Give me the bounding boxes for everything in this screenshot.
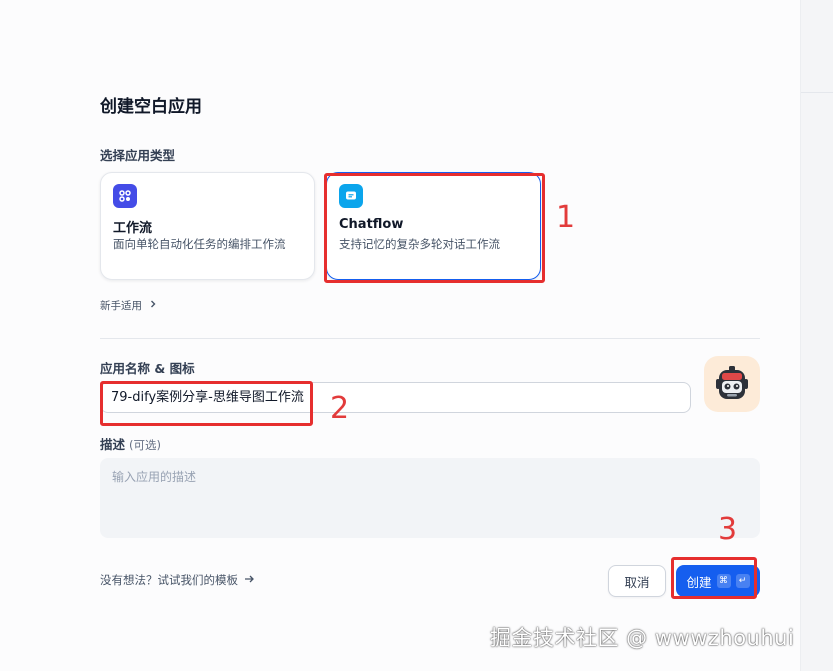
templates-link-label: 没有想法？试试我们的模板 (100, 573, 238, 587)
divider (100, 338, 760, 339)
templates-link[interactable]: 没有想法？试试我们的模板 (100, 572, 255, 588)
annotation-box-2 (100, 381, 313, 426)
background-panel (800, 0, 833, 671)
name-icon-label: 应用名称 & 图标 (100, 361, 195, 376)
annotation-number-2: 2 (330, 391, 350, 426)
annotation-number-1: 1 (556, 200, 576, 235)
app-type-workflow-card[interactable]: 工作流 面向单轮自动化任务的编排工作流 (100, 172, 315, 280)
annotation-box-3 (671, 557, 757, 599)
workflow-card-description: 面向单轮自动化任务的编排工作流 (113, 237, 286, 251)
cancel-button[interactable]: 取消 (608, 565, 666, 597)
dialog-title: 创建空白应用 (100, 97, 202, 117)
app-type-label: 选择应用类型 (100, 148, 176, 163)
watermark: 掘金技术社区 @ wwwzhouhui (490, 626, 795, 650)
beginner-guide-link[interactable]: 新手适用 (100, 298, 158, 313)
annotation-number-3: 3 (718, 512, 738, 547)
description-textarea[interactable]: 输入应用的描述 (100, 458, 760, 538)
description-label-row: 描述 (可选) (100, 434, 161, 453)
beginner-guide-label: 新手适用 (100, 300, 142, 312)
robot-icon (716, 366, 748, 399)
annotation-box-1 (324, 173, 545, 283)
chevron-right-icon (148, 299, 158, 312)
app-icon-picker[interactable] (704, 356, 760, 412)
description-optional-label: (可选) (129, 438, 161, 452)
arrow-right-icon (244, 573, 255, 587)
workflow-icon (113, 184, 137, 208)
description-label: 描述 (100, 437, 126, 452)
workflow-card-title: 工作流 (113, 221, 153, 236)
